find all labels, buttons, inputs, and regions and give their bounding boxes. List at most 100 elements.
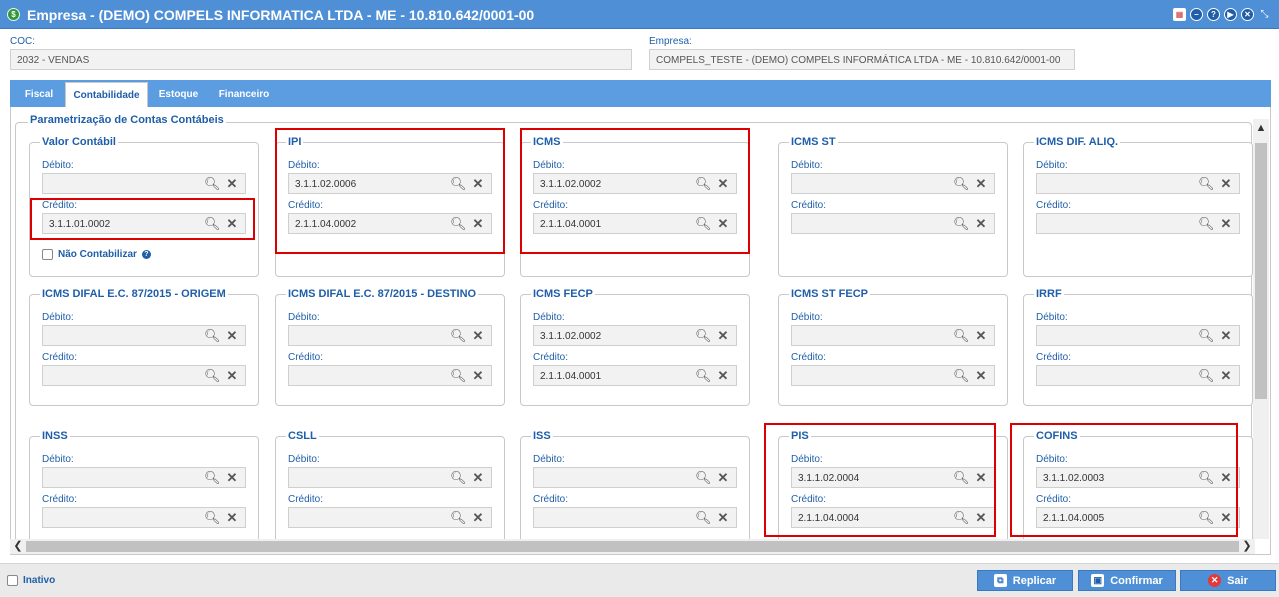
nao-contabilizar-label: Não Contabilizar [58, 249, 137, 260]
tab-contabilidade[interactable]: Contabilidade [65, 82, 148, 107]
debito-field[interactable]: 🔍︎ ✕ [791, 325, 995, 346]
search-icon[interactable]: 🔍︎ [450, 470, 467, 486]
credito-field[interactable]: 🔍︎ ✕ [42, 365, 246, 386]
clear-icon[interactable]: ✕ [973, 216, 989, 232]
credito-field[interactable]: 🔍︎ ✕ [1036, 213, 1240, 234]
debito-label: Débito: [288, 454, 320, 465]
clear-icon[interactable]: ✕ [1218, 328, 1234, 344]
search-icon[interactable]: 🔍︎ [953, 176, 970, 192]
debito-field[interactable]: 🔍︎ ✕ [42, 173, 246, 194]
debito-field[interactable]: 🔍︎ ✕ [1036, 173, 1240, 194]
clear-icon[interactable]: ✕ [973, 176, 989, 192]
search-icon[interactable]: 🔍︎ [953, 368, 970, 384]
help-icon[interactable]: ? [1207, 8, 1220, 21]
credito-field[interactable]: 🔍︎ ✕ [288, 365, 492, 386]
calendar-icon[interactable]: ▦ [1173, 8, 1186, 21]
search-icon[interactable]: 🔍︎ [450, 510, 467, 526]
clear-icon[interactable]: ✕ [224, 470, 240, 486]
credito-field[interactable]: 🔍︎ ✕ [791, 365, 995, 386]
debito-field[interactable]: 🔍︎ ✕ [288, 325, 492, 346]
clear-icon[interactable]: ✕ [715, 510, 731, 526]
credito-field[interactable]: 🔍︎ ✕ [533, 507, 737, 528]
play-icon[interactable]: ▶ [1224, 8, 1237, 21]
vertical-scroll-thumb[interactable] [1255, 143, 1267, 399]
nao-contabilizar-option[interactable]: Não Contabilizar? [42, 249, 151, 260]
coc-field[interactable]: 2032 - VENDAS [10, 49, 632, 70]
group-title: CSLL [286, 430, 319, 442]
sair-button[interactable]: ✕ Sair [1180, 570, 1276, 591]
inativo-checkbox[interactable] [7, 575, 18, 586]
empresa-field[interactable]: COMPELS_TESTE - (DEMO) COMPELS INFORMÁTI… [649, 49, 1075, 70]
debito-field[interactable]: 🔍︎ ✕ [533, 467, 737, 488]
search-icon[interactable]: 🔍︎ [204, 328, 221, 344]
inativo-option[interactable]: Inativo [7, 575, 55, 586]
scroll-right-icon[interactable]: ❯ [1240, 539, 1254, 554]
credito-field[interactable]: 🔍︎ ✕ [42, 507, 246, 528]
clear-icon[interactable]: ✕ [973, 328, 989, 344]
debito-label: Débito: [533, 454, 565, 465]
scroll-left-icon[interactable]: ❮ [11, 539, 25, 554]
section-title: Parametrização de Contas Contábeis [28, 114, 226, 126]
credito-field[interactable]: 2.1.1.04.0001 🔍︎ ✕ [533, 365, 737, 386]
search-icon[interactable]: 🔍︎ [1198, 368, 1215, 384]
clear-icon[interactable]: ✕ [715, 470, 731, 486]
help-icon[interactable]: ? [141, 250, 151, 259]
search-icon[interactable]: 🔍︎ [1198, 328, 1215, 344]
credito-field[interactable]: 🔍︎ ✕ [288, 507, 492, 528]
sair-label: Sair [1227, 574, 1248, 587]
search-icon[interactable]: 🔍︎ [1198, 176, 1215, 192]
search-icon[interactable]: 🔍︎ [204, 176, 221, 192]
credito-field[interactable]: 🔍︎ ✕ [791, 213, 995, 234]
tab-estoque[interactable]: Estoque [151, 82, 206, 107]
search-icon[interactable]: 🔍︎ [695, 368, 712, 384]
credito-field[interactable]: 🔍︎ ✕ [1036, 365, 1240, 386]
search-icon[interactable]: 🔍︎ [695, 510, 712, 526]
nao-contabilizar-checkbox[interactable] [42, 249, 53, 260]
resize-icon[interactable]: ⤡ [1258, 8, 1271, 21]
search-icon[interactable]: 🔍︎ [695, 328, 712, 344]
debito-field[interactable]: 🔍︎ ✕ [288, 467, 492, 488]
clear-icon[interactable]: ✕ [715, 328, 731, 344]
clear-icon[interactable]: ✕ [470, 510, 486, 526]
debito-field[interactable]: 3.1.1.02.0002 🔍︎ ✕ [533, 325, 737, 346]
clear-icon[interactable]: ✕ [715, 368, 731, 384]
clear-icon[interactable]: ✕ [1218, 368, 1234, 384]
group-icms-st: ICMS ST Débito: 🔍︎ ✕ Crédito: 🔍︎ ✕ [778, 136, 1008, 277]
horizontal-scrollbar[interactable]: ❮ ❯ [10, 539, 1255, 554]
empresa-label: Empresa: [649, 36, 692, 47]
search-icon[interactable]: 🔍︎ [1198, 216, 1215, 232]
clear-icon[interactable]: ✕ [224, 368, 240, 384]
replicar-button[interactable]: ⧉ Replicar [977, 570, 1073, 591]
search-icon[interactable]: 🔍︎ [695, 470, 712, 486]
horizontal-scroll-thumb[interactable] [26, 541, 1239, 552]
search-icon[interactable]: 🔍︎ [204, 470, 221, 486]
minimize-icon[interactable]: – [1190, 8, 1203, 21]
search-icon[interactable]: 🔍︎ [204, 510, 221, 526]
search-icon[interactable]: 🔍︎ [953, 216, 970, 232]
search-icon[interactable]: 🔍︎ [204, 368, 221, 384]
search-icon[interactable]: 🔍︎ [450, 368, 467, 384]
scroll-up-icon[interactable]: ▲ [1254, 121, 1268, 136]
debito-field[interactable]: 🔍︎ ✕ [1036, 325, 1240, 346]
clear-icon[interactable]: ✕ [470, 470, 486, 486]
search-icon[interactable]: 🔍︎ [953, 328, 970, 344]
debito-field[interactable]: 🔍︎ ✕ [42, 325, 246, 346]
clear-icon[interactable]: ✕ [224, 510, 240, 526]
clear-icon[interactable]: ✕ [224, 176, 240, 192]
group-title: ICMS FECP [531, 288, 595, 300]
tab-financeiro[interactable]: Financeiro [209, 82, 279, 107]
tab-fiscal[interactable]: Fiscal [15, 82, 63, 107]
clear-icon[interactable]: ✕ [224, 328, 240, 344]
debito-label: Débito: [1036, 160, 1068, 171]
vertical-scrollbar[interactable]: ▲ [1253, 119, 1269, 539]
clear-icon[interactable]: ✕ [470, 368, 486, 384]
close-icon[interactable]: ✕ [1241, 8, 1254, 21]
confirmar-button[interactable]: ▣ Confirmar [1078, 570, 1176, 591]
clear-icon[interactable]: ✕ [973, 368, 989, 384]
debito-field[interactable]: 🔍︎ ✕ [42, 467, 246, 488]
clear-icon[interactable]: ✕ [470, 328, 486, 344]
search-icon[interactable]: 🔍︎ [450, 328, 467, 344]
clear-icon[interactable]: ✕ [1218, 176, 1234, 192]
debito-field[interactable]: 🔍︎ ✕ [791, 173, 995, 194]
clear-icon[interactable]: ✕ [1218, 216, 1234, 232]
